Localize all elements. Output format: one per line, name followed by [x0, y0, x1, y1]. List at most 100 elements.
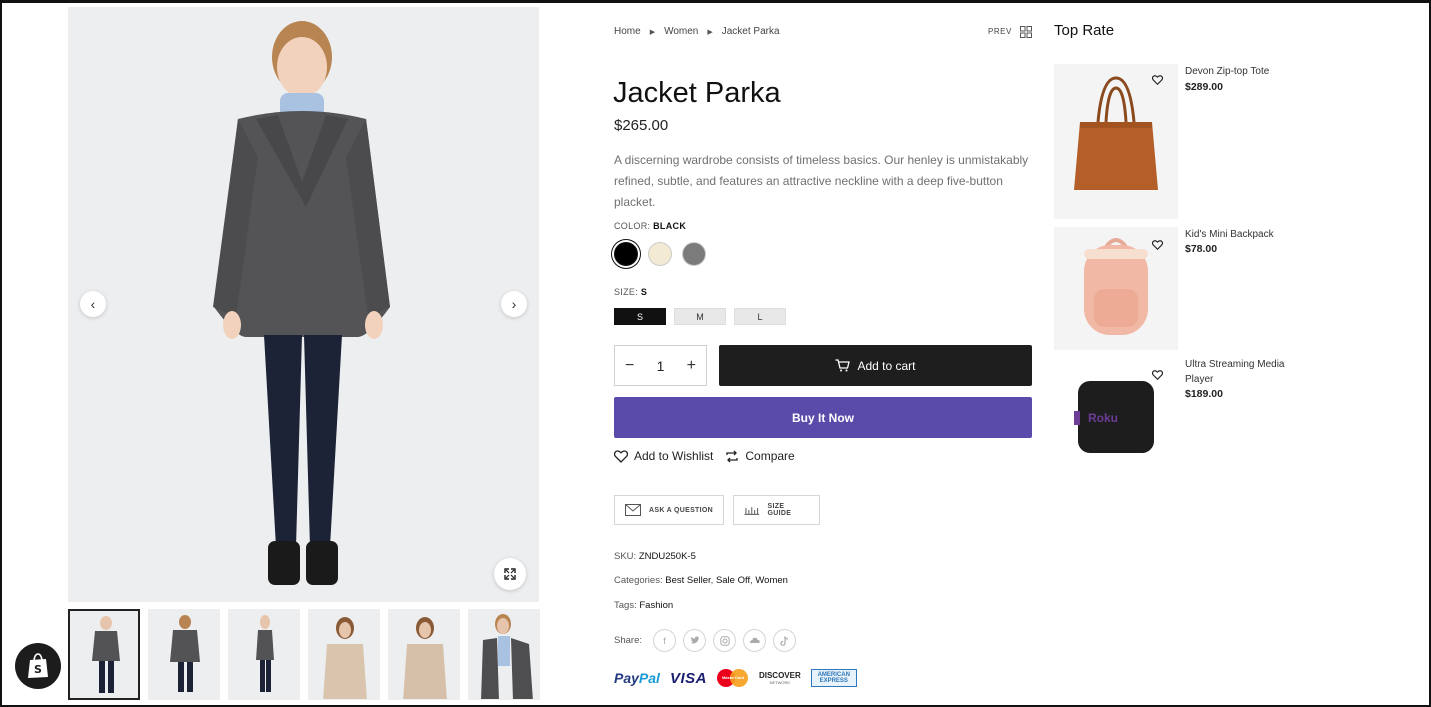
size-options: S M L — [614, 308, 786, 325]
facebook-icon[interactable]: f — [653, 629, 676, 652]
size-guide-label: SIZE GUIDE — [767, 503, 792, 517]
tags-row: Tags: Fashion — [614, 600, 673, 611]
sku-row: SKU: ZNDU250K-5 — [614, 551, 696, 562]
breadcrumb: Home ▶ Women ▶ Jacket Parka — [614, 26, 780, 37]
model-photo — [213, 21, 390, 585]
size-option-m[interactable]: M — [674, 308, 726, 325]
thumbnail-4[interactable] — [308, 609, 380, 700]
paypal-logo-text-b: Pal — [638, 670, 660, 686]
cart-icon — [835, 359, 851, 372]
add-to-cart-label: Add to cart — [857, 358, 916, 373]
share-row: Share: f — [614, 629, 796, 652]
ask-a-question-label: ASK A QUESTION — [649, 506, 713, 514]
breadcrumb-home[interactable]: Home — [614, 26, 641, 37]
color-label: COLOR: — [614, 221, 651, 231]
amex-logo: AMERICAN EXPRESS — [810, 669, 857, 687]
wishlist-heart-icon[interactable] — [1151, 237, 1164, 255]
quantity-value[interactable]: 1 — [657, 358, 665, 374]
thumbnail-1[interactable] — [68, 609, 140, 700]
thumbnail-5[interactable] — [388, 609, 460, 700]
discover-logo: DISCOVER NETWORK — [758, 670, 801, 685]
add-to-cart-button[interactable]: Add to cart — [719, 345, 1032, 386]
product-title: Jacket Parka — [613, 77, 781, 109]
tiktok-icon[interactable] — [773, 629, 796, 652]
color-swatch-gray[interactable] — [682, 242, 706, 266]
gallery-prev-button[interactable]: ‹ — [80, 291, 106, 317]
category-link[interactable]: Women — [755, 575, 788, 586]
breadcrumb-separator-icon: ▶ — [649, 28, 656, 36]
size-option-label: SIZE: S — [614, 287, 647, 297]
product-price: $265.00 — [614, 117, 669, 134]
plus-icon[interactable]: + — [687, 357, 696, 375]
size-guide-button[interactable]: SIZE GUIDE — [733, 495, 820, 525]
gallery-next-button[interactable]: › — [501, 291, 527, 317]
color-option-label: COLOR: BLACK — [614, 221, 686, 231]
soundcloud-icon[interactable] — [743, 629, 766, 652]
payment-methods: PayPal VISA MasterCard DISCOVER NETWORK … — [614, 668, 857, 688]
top-rate-item-price: $289.00 — [1185, 81, 1223, 93]
product-description: A discerning wardrobe consists of timele… — [614, 153, 1029, 209]
compare-label: Compare — [745, 449, 795, 463]
mail-icon — [625, 504, 641, 516]
color-swatch-cream[interactable] — [648, 242, 672, 266]
breadcrumb-category[interactable]: Women — [664, 26, 698, 37]
share-label: Share: — [614, 635, 642, 646]
paypal-logo: PayPal — [614, 670, 660, 686]
prev-product-link[interactable]: PREV — [988, 27, 1012, 36]
top-rate-item-price: $189.00 — [1185, 388, 1223, 400]
category-link[interactable]: Best Seller — [665, 575, 710, 586]
color-selected-value: BLACK — [653, 221, 687, 231]
twitter-icon[interactable] — [683, 629, 706, 652]
size-option-l[interactable]: L — [734, 308, 786, 325]
discover-logo-text: DISCOVER — [758, 670, 801, 680]
grid-view-icon[interactable] — [1020, 25, 1032, 43]
wishlist-heart-icon[interactable] — [1151, 367, 1164, 385]
add-to-wishlist-link[interactable]: Add to Wishlist — [614, 449, 713, 463]
top-rate-item-name[interactable]: Devon Zip-top Tote — [1185, 64, 1295, 79]
compare-link[interactable]: Compare — [725, 449, 795, 463]
thumbnail-2[interactable] — [148, 609, 220, 700]
sku-label: SKU: — [614, 551, 637, 562]
roku-logo: Roku — [1088, 411, 1118, 425]
tag-link[interactable]: Fashion — [639, 600, 673, 611]
add-to-wishlist-label: Add to Wishlist — [634, 449, 714, 463]
sku-value: ZNDU250K-5 — [638, 551, 696, 562]
thumbnail-strip — [68, 609, 540, 700]
amex-logo-text-b: EXPRESS — [819, 678, 848, 684]
top-rate-heading: Top Rate — [1054, 22, 1115, 39]
minus-icon[interactable]: − — [625, 357, 634, 375]
visa-logo: VISA — [669, 669, 707, 687]
top-rate-item-name[interactable]: Kid's Mini Backpack — [1185, 227, 1295, 242]
wishlist-heart-icon[interactable] — [1151, 72, 1164, 90]
category-link[interactable]: Sale Off — [716, 575, 750, 586]
buy-it-now-button[interactable]: Buy It Now — [614, 397, 1032, 438]
size-option-s[interactable]: S — [614, 308, 666, 325]
categories-label: Categories: — [614, 575, 663, 586]
categories-row: Categories: Best Seller, Sale Off, Women — [614, 575, 788, 586]
thumbnail-3[interactable] — [228, 609, 300, 700]
shopify-bag-icon[interactable]: S — [15, 643, 61, 689]
wishlist-compare-row: Add to Wishlist Compare — [614, 449, 795, 463]
main-product-image[interactable]: ‹ › — [68, 7, 539, 602]
discover-logo-subtext: NETWORK — [769, 679, 791, 685]
instagram-icon[interactable] — [713, 629, 736, 652]
quantity-stepper: − 1 + — [614, 345, 707, 386]
mastercard-logo: MasterCard — [716, 668, 749, 688]
size-selected-value: S — [640, 287, 648, 297]
breadcrumb-separator-icon: ▶ — [707, 28, 713, 36]
thumbnail-6[interactable] — [468, 609, 540, 700]
mastercard-logo-text: MasterCard — [721, 675, 744, 680]
top-rate-item-price: $78.00 — [1185, 243, 1218, 255]
top-rate-item-name[interactable]: Ultra Streaming Media Player — [1185, 357, 1295, 387]
compare-icon — [726, 450, 739, 462]
color-swatches — [614, 242, 706, 266]
zoom-expand-icon[interactable] — [494, 558, 526, 590]
ruler-icon — [744, 507, 760, 515]
paypal-logo-text-a: Pay — [614, 670, 639, 686]
color-swatch-black[interactable] — [614, 242, 638, 266]
breadcrumb-current: Jacket Parka — [721, 26, 780, 37]
svg-text:S: S — [34, 663, 42, 676]
tags-label: Tags: — [614, 600, 637, 611]
ask-a-question-button[interactable]: ASK A QUESTION — [614, 495, 724, 525]
heart-icon — [614, 449, 628, 463]
